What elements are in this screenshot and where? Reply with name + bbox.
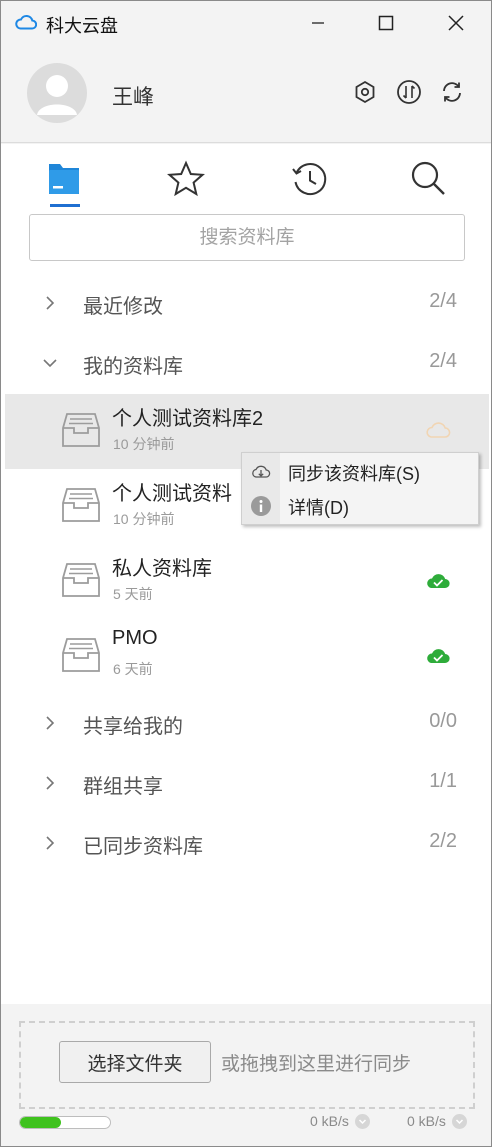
upload-rate-value: 0 kB/s bbox=[310, 1113, 349, 1129]
drop-zone[interactable]: 选择文件夹 或拖拽到这里进行同步 bbox=[19, 1021, 475, 1109]
library-item[interactable]: 私人资料库 5 天前 bbox=[5, 544, 489, 619]
minimize-button[interactable] bbox=[283, 1, 353, 45]
app-window: 科大云盘 王峰 搜索资料库 最近修改 2/4 我的资料库 2/4 个人测试资料库… bbox=[0, 0, 492, 1147]
library-modified-time: 10 分钟前 bbox=[113, 511, 175, 527]
category-my-libraries[interactable]: 我的资料库 2/4 bbox=[1, 334, 491, 394]
settings-hexagon-icon bbox=[355, 80, 375, 104]
category-label: 已同步资料库 bbox=[83, 836, 203, 858]
cloud-logo-icon bbox=[15, 14, 37, 30]
maximize-button[interactable] bbox=[351, 1, 421, 45]
library-name: 私人资料库 bbox=[112, 558, 212, 580]
tab-search[interactable] bbox=[406, 160, 450, 204]
chevron-right-icon bbox=[46, 296, 55, 310]
download-arrow-icon bbox=[451, 1113, 467, 1129]
category-count: 1/1 bbox=[429, 770, 457, 792]
active-tab-indicator bbox=[50, 204, 80, 207]
info-icon bbox=[251, 496, 271, 516]
upload-rate: 0 kB/s bbox=[310, 1113, 370, 1129]
library-name: 个人测试资料库2 bbox=[112, 408, 264, 430]
category-count: 2/2 bbox=[429, 830, 457, 852]
chevron-right-icon bbox=[46, 716, 55, 730]
star-icon bbox=[167, 160, 205, 197]
user-avatar-icon bbox=[37, 75, 77, 115]
avatar[interactable] bbox=[27, 63, 87, 123]
library-inbox-icon bbox=[62, 488, 100, 522]
choose-folder-button[interactable]: 选择文件夹 bbox=[59, 1041, 211, 1083]
footer: 选择文件夹 或拖拽到这里进行同步 0 kB/s 0 kB/s bbox=[1, 1004, 491, 1146]
transfer-button[interactable] bbox=[395, 78, 423, 106]
cloud-synced-icon[interactable] bbox=[425, 570, 451, 590]
settings-button[interactable] bbox=[351, 78, 379, 106]
library-inbox-icon bbox=[62, 413, 100, 447]
chevron-down-icon bbox=[43, 359, 57, 368]
tab-libraries[interactable] bbox=[42, 160, 86, 204]
drop-hint-text: 或拖拽到这里进行同步 bbox=[221, 1054, 412, 1075]
library-inbox-icon bbox=[62, 563, 100, 597]
menu-item-label: 详情(D) bbox=[288, 498, 349, 518]
category-label: 最近修改 bbox=[83, 296, 163, 318]
download-rate: 0 kB/s bbox=[407, 1113, 467, 1129]
category-synced-libraries[interactable]: 已同步资料库 2/2 bbox=[1, 814, 491, 874]
chevron-right-icon bbox=[46, 776, 55, 790]
library-modified-time: 5 天前 bbox=[113, 586, 153, 602]
transfer-progress-bar bbox=[19, 1116, 111, 1129]
refresh-icon bbox=[443, 82, 461, 102]
library-name: 个人测试资料 bbox=[112, 483, 232, 505]
category-label: 共享给我的 bbox=[83, 716, 183, 738]
category-label: 我的资料库 bbox=[83, 356, 183, 378]
category-label: 群组共享 bbox=[83, 776, 163, 798]
title-bar[interactable]: 科大云盘 bbox=[1, 1, 491, 45]
close-icon bbox=[448, 15, 464, 31]
category-group-shared[interactable]: 群组共享 1/1 bbox=[1, 754, 491, 814]
context-menu: 同步该资料库(S) 详情(D) bbox=[241, 452, 479, 525]
tab-bar bbox=[1, 144, 491, 210]
category-recent[interactable]: 最近修改 2/4 bbox=[1, 274, 491, 334]
search-icon bbox=[411, 161, 445, 195]
profile-header: 王峰 bbox=[1, 45, 491, 143]
close-button[interactable] bbox=[421, 1, 491, 45]
maximize-icon bbox=[378, 15, 394, 31]
search-input[interactable] bbox=[29, 214, 465, 261]
download-rate-value: 0 kB/s bbox=[407, 1113, 446, 1129]
chevron-right-icon bbox=[46, 836, 55, 850]
menu-item-sync-library[interactable]: 同步该资料库(S) bbox=[242, 454, 478, 488]
progress-fill bbox=[20, 1117, 61, 1128]
minimize-icon bbox=[312, 22, 324, 24]
cloud-unsynced-icon[interactable] bbox=[425, 420, 451, 440]
main-panel: 最近修改 2/4 我的资料库 2/4 个人测试资料库2 10 分钟前 bbox=[1, 144, 491, 1004]
cloud-synced-icon[interactable] bbox=[425, 645, 451, 665]
category-shared-with-me[interactable]: 共享给我的 0/0 bbox=[1, 694, 491, 754]
library-modified-time: 10 分钟前 bbox=[113, 436, 175, 452]
folder-icon bbox=[49, 164, 79, 194]
transfer-arrows-icon bbox=[397, 80, 421, 104]
category-count: 2/4 bbox=[429, 290, 457, 312]
tab-starred[interactable] bbox=[164, 160, 208, 204]
history-clock-icon bbox=[292, 163, 327, 196]
username: 王峰 bbox=[112, 86, 154, 109]
library-inbox-icon bbox=[62, 638, 100, 672]
category-count: 2/4 bbox=[429, 350, 457, 372]
menu-item-label: 同步该资料库(S) bbox=[288, 464, 420, 484]
refresh-button[interactable] bbox=[438, 78, 466, 106]
tab-activity[interactable] bbox=[287, 160, 331, 204]
library-modified-time: 6 天前 bbox=[113, 661, 153, 677]
library-item[interactable]: PMO 6 天前 bbox=[5, 619, 489, 694]
library-name: PMO bbox=[112, 627, 158, 649]
category-count: 0/0 bbox=[429, 710, 457, 732]
sync-download-icon bbox=[252, 465, 271, 478]
menu-item-details[interactable]: 详情(D) bbox=[242, 488, 478, 522]
window-title: 科大云盘 bbox=[46, 16, 118, 36]
upload-arrow-icon bbox=[354, 1113, 370, 1129]
